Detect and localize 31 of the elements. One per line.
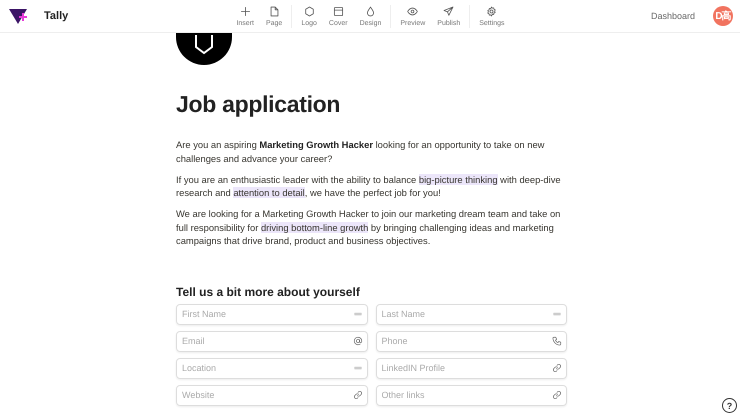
dashboard-link[interactable]: Dashboard [650,11,695,21]
page-icon [268,6,280,16]
window-icon [332,6,344,16]
avatar[interactable]: D高 [712,6,733,26]
input-field[interactable]: Website [176,384,368,406]
settings-icon [486,6,498,16]
link-icon [552,363,562,373]
input-field[interactable]: First Name [176,304,368,324]
form-title: Job application [176,91,342,118]
brand-name: Tally [44,10,68,22]
input-field[interactable]: Phone [376,330,567,352]
input-field[interactable]: LinkedIN Profile [376,358,567,378]
hexagon-icon [304,6,315,16]
paragraph: If you are an enthusiastic leader with the ability to balance big-picture thinking with deep-dive research and attention to detail, we have the perfect job for you! [176,172,562,200]
paragraph: We are looking for a Marketing Growth Hacker to join our marketing dream team and take on full responsibility for driving bottom-line growth by bringing challenging ideas and marketing campaigns that drive brand, product and business objectives. [176,207,562,248]
plus-icon [240,6,251,16]
input-field[interactable]: Email [176,330,368,352]
phone-icon [552,336,562,346]
form-logo [176,33,232,65]
input-field[interactable]: Last Name [376,304,567,324]
link-icon [552,390,562,400]
input-field[interactable]: Other links [376,384,567,406]
help-button[interactable]: ? [722,398,737,413]
section-title: Tell us a bit more about yourself [176,284,361,298]
link-icon [352,390,362,400]
input-field[interactable]: Location [176,358,368,378]
at-sign-icon [352,336,362,346]
droplet-icon [364,6,376,16]
eye-icon [407,6,418,16]
paragraph: Are you an aspiring Marketing Growth Hacker looking for an opportunity to take on new challenges and advance your career? [176,138,546,165]
paper-plane-icon [443,6,454,16]
